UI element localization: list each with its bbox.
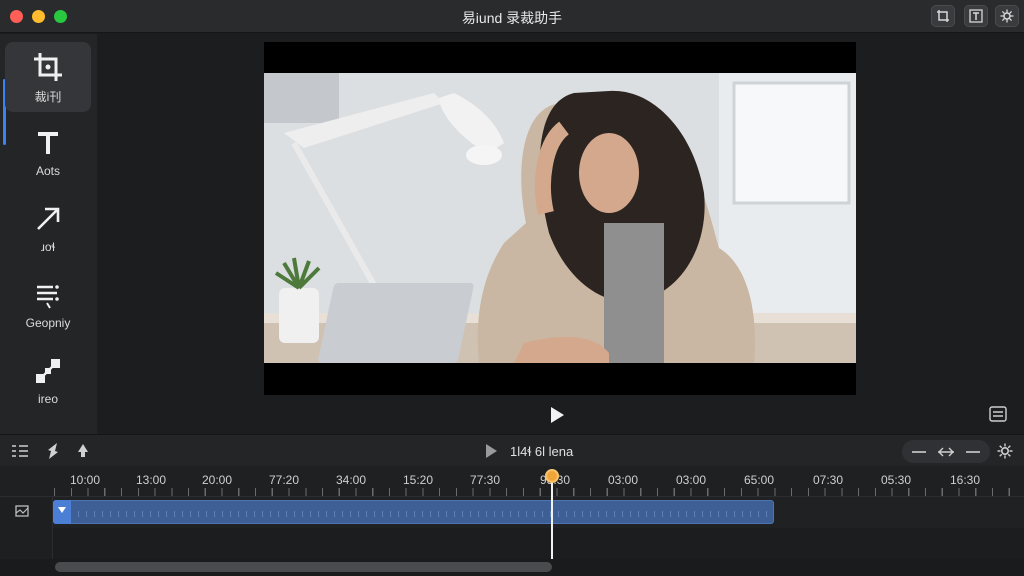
tracks-button[interactable] xyxy=(11,443,29,459)
timeline-ruler[interactable]: 10:00 13:00 20:00 77:20 34:00 15:20 77:3… xyxy=(0,466,1024,497)
track-header xyxy=(0,497,53,559)
marker-icon xyxy=(48,443,58,459)
arrow-icon xyxy=(37,207,60,230)
window-title: 易iund 录裁助手 xyxy=(461,10,563,26)
split-button[interactable] xyxy=(74,443,92,459)
video-clip[interactable] xyxy=(53,500,774,524)
zoom-in-button[interactable] xyxy=(964,444,982,460)
ruler-label: 10:00 xyxy=(70,473,101,487)
tool-filter-label: Geopniy xyxy=(25,316,71,330)
settings-button[interactable] xyxy=(995,5,1019,27)
tool-resize-label: ireo xyxy=(37,392,58,406)
text-box-icon xyxy=(969,9,983,23)
video-frame-image xyxy=(264,73,856,363)
clip-thumbnail-strip xyxy=(54,511,773,517)
text-box-button[interactable] xyxy=(964,5,988,27)
ruler-ticks xyxy=(54,488,1014,496)
preview-play-button[interactable] xyxy=(547,404,567,426)
tool-text-label: Aots xyxy=(35,164,60,178)
ruler-label: 16:30 xyxy=(950,473,981,487)
fullscreen-icon xyxy=(989,406,1007,422)
zoom-fit-icon xyxy=(938,447,954,457)
zoom-in-icon xyxy=(966,451,980,453)
zoom-out-icon xyxy=(912,451,926,453)
playhead-handle[interactable] xyxy=(545,469,559,483)
crop-icon xyxy=(34,53,62,81)
settings-gear-icon xyxy=(1000,9,1014,23)
timeline-play-button[interactable] xyxy=(482,443,500,459)
caret-down-icon xyxy=(58,507,66,513)
gear-icon xyxy=(997,443,1013,459)
tool-arrow[interactable]: ɹoɬ xyxy=(5,194,91,264)
tool-filter[interactable]: Geopniy xyxy=(5,270,91,340)
zoom-fit-button[interactable] xyxy=(937,444,955,460)
scrollbar-thumb[interactable] xyxy=(55,562,552,572)
clip-trim-handle[interactable] xyxy=(53,500,71,524)
transport-bar: 1l4ɬ 6l lena xyxy=(0,434,1024,466)
split-icon xyxy=(78,444,88,457)
ruler-label: 05:30 xyxy=(881,473,912,487)
fullscreen-button[interactable] xyxy=(989,406,1007,422)
tool-arrow-label: ɹoɬ xyxy=(40,240,56,254)
tool-text[interactable]: Aots xyxy=(5,118,91,188)
empty-track xyxy=(0,528,1024,559)
zoom-out-button[interactable] xyxy=(910,444,928,460)
video-track-icon xyxy=(15,505,29,517)
marker-button[interactable] xyxy=(44,443,62,459)
play-icon xyxy=(486,444,497,458)
video-preview[interactable] xyxy=(264,42,856,395)
resize-icon xyxy=(36,359,60,383)
tool-resize[interactable]: ireo xyxy=(5,346,91,416)
tool-sidebar: 裁i刊 Aots ɹoɬ Geopniy ireo xyxy=(0,34,97,434)
playhead-line xyxy=(551,476,553,562)
zoom-controls xyxy=(902,440,990,463)
ruler-label: 20:00 xyxy=(202,473,233,487)
tool-crop[interactable]: 裁i刊 xyxy=(5,42,91,112)
ruler-label: 07:30 xyxy=(813,473,844,487)
play-icon xyxy=(551,407,564,423)
tool-crop-label: 裁i刊 xyxy=(34,90,62,104)
title-bar: 易iund 录裁助手 xyxy=(0,0,1024,33)
list-filter-icon xyxy=(37,285,59,309)
crop-frame-button[interactable] xyxy=(931,5,955,27)
ruler-label: 03:00 xyxy=(608,473,639,487)
text-icon xyxy=(38,132,58,154)
time-label: 1l4ɬ 6l lena xyxy=(510,444,574,459)
ruler-label: 03:00 xyxy=(676,473,707,487)
ruler-label: 65:00 xyxy=(744,473,775,487)
tracks-icon xyxy=(12,445,28,457)
ruler-label: 34:00 xyxy=(336,473,367,487)
ruler-label: 77:20 xyxy=(269,473,300,487)
ruler-label: 77:30 xyxy=(470,473,501,487)
video-frame xyxy=(264,73,856,363)
ruler-label: 15:20 xyxy=(403,473,434,487)
timeline-settings-button[interactable] xyxy=(996,443,1014,459)
ruler-label: 13:00 xyxy=(136,473,167,487)
crop-frame-icon xyxy=(937,10,949,22)
